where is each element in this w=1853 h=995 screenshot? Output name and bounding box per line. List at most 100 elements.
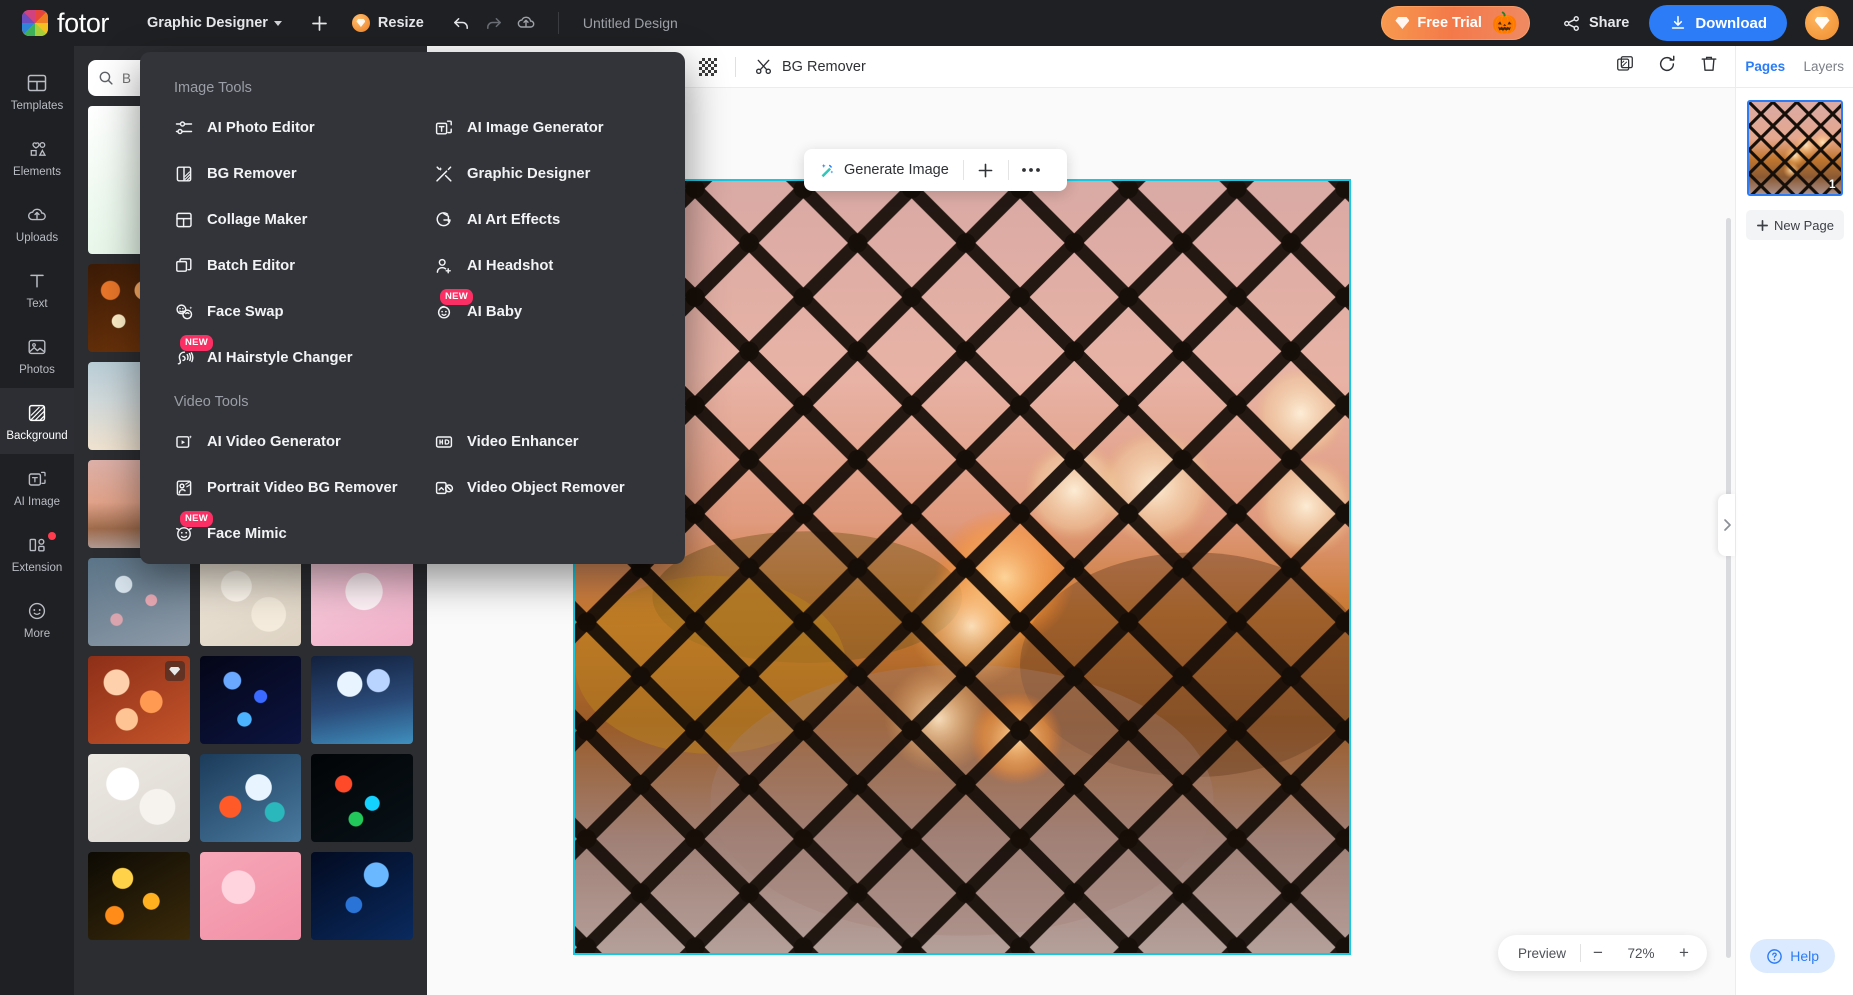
menu-item-ai-video-generator[interactable]: AI Video Generator bbox=[174, 420, 434, 464]
right-panel-tabs: Pages Layers bbox=[1736, 46, 1853, 88]
background-thumbnail[interactable] bbox=[88, 558, 190, 646]
zoom-out-button[interactable]: − bbox=[1581, 943, 1615, 963]
sidebar-item-elements[interactable]: Elements bbox=[0, 124, 74, 190]
pumpkin-icon: 🎃 bbox=[1491, 11, 1519, 35]
share-button[interactable]: Share bbox=[1562, 14, 1629, 33]
menu-section-image-tools: Image Tools bbox=[174, 80, 252, 96]
menu-item-ai-baby[interactable]: NEW AI Baby bbox=[434, 289, 651, 334]
top-bar: fotor Graphic Designer Resize Untitled D… bbox=[0, 0, 1853, 46]
video-tools-grid: AI Video Generator Video Enhancer Portrait… bbox=[174, 420, 651, 556]
more-options-button[interactable] bbox=[1009, 167, 1053, 173]
menu-item-ai-headshot[interactable]: AI Headshot bbox=[434, 244, 651, 288]
hd-icon bbox=[435, 436, 453, 448]
zoom-in-button[interactable]: + bbox=[1667, 943, 1701, 963]
background-thumbnail[interactable] bbox=[199, 852, 302, 940]
generate-image-button[interactable]: Generate Image bbox=[818, 161, 963, 179]
sidebar-label: Templates bbox=[10, 99, 64, 112]
magic-wand-icon bbox=[821, 163, 834, 178]
refresh-button[interactable] bbox=[1657, 54, 1677, 79]
menu-item-label: Face Mimic bbox=[207, 526, 287, 542]
menu-item-label: Video Enhancer bbox=[467, 434, 579, 450]
tab-layers[interactable]: Layers bbox=[1795, 46, 1853, 87]
checkerboard-icon[interactable] bbox=[699, 57, 717, 76]
menu-item-video-object-remover[interactable]: Video Object Remover bbox=[434, 466, 651, 510]
menu-item-video-enhancer[interactable]: Video Enhancer bbox=[434, 420, 651, 464]
menu-item-ai-art-effects[interactable]: AI Art Effects bbox=[434, 198, 651, 242]
sidebar-item-background[interactable]: Background bbox=[0, 388, 74, 454]
add-page-button[interactable] bbox=[304, 7, 336, 39]
delete-button[interactable] bbox=[1699, 54, 1719, 79]
sidebar-label: More bbox=[23, 627, 51, 640]
background-thumbnail[interactable] bbox=[88, 656, 190, 744]
sidebar-item-extension[interactable]: Extension bbox=[0, 520, 74, 586]
menu-item-bg-remover[interactable]: BG Remover bbox=[174, 152, 434, 196]
fotor-editor-window: fotor Graphic Designer Resize Untitled D… bbox=[0, 0, 1853, 995]
bg-remover-button[interactable]: BG Remover bbox=[754, 57, 866, 76]
menu-item-batch-editor[interactable]: Batch Editor bbox=[174, 244, 434, 288]
product-switcher[interactable]: Graphic Designer bbox=[147, 15, 282, 31]
background-thumbnail[interactable] bbox=[88, 852, 190, 940]
menu-item-spacer bbox=[434, 336, 651, 380]
crop-transparency-button[interactable] bbox=[1615, 54, 1635, 79]
help-label: Help bbox=[1790, 948, 1819, 964]
product-tools-dropdown: Image Tools AI Photo Editor AI Image Gene… bbox=[140, 52, 685, 564]
undo-button[interactable] bbox=[446, 7, 478, 39]
sidebar-item-text[interactable]: Text bbox=[0, 256, 74, 322]
menu-item-label: Batch Editor bbox=[207, 258, 295, 274]
page-thumbnail-1[interactable]: 1 bbox=[1746, 100, 1843, 196]
resize-button[interactable]: Resize bbox=[351, 14, 424, 32]
collapse-right-panel-button[interactable] bbox=[1718, 494, 1735, 556]
menu-item-label: Face Swap bbox=[207, 304, 284, 320]
sidebar-label: Background bbox=[6, 429, 68, 442]
new-badge: NEW bbox=[180, 511, 214, 527]
menu-item-collage-maker[interactable]: Collage Maker bbox=[174, 198, 434, 242]
menu-item-face-swap[interactable]: Face Swap bbox=[174, 290, 434, 334]
background-thumbnail[interactable] bbox=[311, 558, 413, 646]
sidebar-item-ai-image[interactable]: AI Image bbox=[0, 454, 74, 520]
background-thumbnail[interactable] bbox=[311, 656, 413, 744]
hairstyle-icon bbox=[177, 351, 194, 365]
background-thumbnail[interactable] bbox=[311, 852, 413, 940]
background-thumbnail[interactable] bbox=[199, 656, 302, 744]
menu-item-label: AI Hairstyle Changer bbox=[207, 350, 353, 366]
tab-pages[interactable]: Pages bbox=[1736, 46, 1795, 87]
menu-item-label: BG Remover bbox=[207, 166, 297, 182]
menu-item-face-mimic[interactable]: NEW Face Mimic bbox=[174, 511, 434, 556]
sidebar-item-uploads[interactable]: Uploads bbox=[0, 190, 74, 256]
background-thumbnail[interactable] bbox=[199, 754, 302, 842]
menu-item-portrait-video-bg-remover[interactable]: Portrait Video BG Remover bbox=[174, 466, 434, 510]
new-page-button[interactable]: New Page bbox=[1746, 210, 1844, 240]
fotor-logo-icon bbox=[22, 10, 48, 36]
zoom-controls: Preview − 72% + bbox=[1497, 935, 1707, 971]
canvas-vertical-scrollbar[interactable] bbox=[1726, 218, 1731, 958]
fotor-logo[interactable]: fotor bbox=[22, 8, 109, 39]
add-button[interactable] bbox=[964, 161, 1008, 180]
sidebar-label: Text bbox=[26, 297, 48, 310]
background-thumbnail[interactable] bbox=[199, 558, 302, 646]
menu-item-ai-hairstyle-changer[interactable]: NEW AI Hairstyle Changer bbox=[174, 335, 434, 380]
menu-item-graphic-designer[interactable]: Graphic Designer bbox=[434, 152, 651, 196]
cloud-upload-button[interactable] bbox=[510, 7, 542, 39]
background-thumbnail[interactable] bbox=[311, 754, 413, 842]
sidebar-item-more[interactable]: More bbox=[0, 586, 74, 652]
download-button[interactable]: Download bbox=[1649, 5, 1787, 41]
help-button[interactable]: Help bbox=[1750, 939, 1835, 973]
menu-item-ai-image-generator[interactable]: AI Image Generator bbox=[434, 106, 651, 150]
sidebar-label: Extension bbox=[11, 561, 63, 574]
user-avatar[interactable] bbox=[1805, 6, 1839, 40]
ellipsis-icon bbox=[1021, 168, 1040, 172]
document-title[interactable]: Untitled Design bbox=[583, 15, 678, 31]
sidebar-label: Uploads bbox=[15, 231, 59, 244]
background-thumbnail[interactable] bbox=[88, 754, 190, 842]
image-tools-grid: AI Photo Editor AI Image Generator BG Remo… bbox=[174, 106, 651, 380]
sidebar-item-templates[interactable]: Templates bbox=[0, 58, 74, 124]
premium-gem-icon bbox=[351, 14, 370, 32]
preview-button[interactable]: Preview bbox=[1504, 946, 1580, 961]
sidebar-item-photos[interactable]: Photos bbox=[0, 322, 74, 388]
menu-item-label: Video Object Remover bbox=[467, 480, 625, 496]
free-trial-button[interactable]: Free Trial 🎃 bbox=[1381, 6, 1531, 40]
artboard[interactable] bbox=[573, 179, 1351, 955]
redo-button[interactable] bbox=[478, 7, 510, 39]
art-effects-icon bbox=[436, 212, 451, 227]
menu-item-ai-photo-editor[interactable]: AI Photo Editor bbox=[174, 106, 434, 150]
